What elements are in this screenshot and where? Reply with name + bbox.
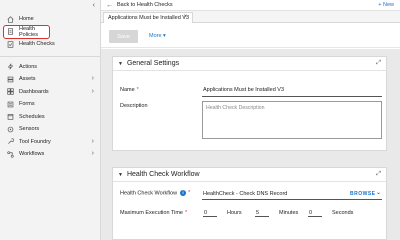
description-label: Description: [120, 103, 148, 109]
form-icon: [7, 101, 14, 108]
chevron-right-icon: ›: [91, 150, 94, 157]
seconds-label: Seconds: [332, 210, 354, 216]
required-marker: *: [184, 210, 188, 216]
sidebar-item-label: Actions: [19, 63, 38, 70]
sidebar-item-forms[interactable]: Forms: [0, 98, 101, 111]
chevron-right-icon: ›: [91, 75, 94, 82]
arrow-left-icon: ←: [106, 1, 113, 9]
sidebar-item-dashboards[interactable]: Dashboards ›: [0, 86, 101, 99]
bolt-icon: [7, 63, 14, 70]
chevron-left-icon[interactable]: ‹: [93, 2, 95, 9]
sidebar-item-home[interactable]: Home: [0, 13, 101, 26]
required-marker: *: [188, 190, 191, 197]
seconds-input[interactable]: 0: [308, 210, 322, 217]
save-button[interactable]: Save: [109, 30, 138, 43]
new-button[interactable]: + New: [378, 2, 394, 8]
sidebar-item-label: Forms: [19, 101, 35, 108]
workflow-underline: [202, 199, 382, 200]
sidebar-item-assets[interactable]: Assets ›: [0, 73, 101, 86]
close-icon[interactable]: ×: [183, 14, 187, 20]
back-link[interactable]: ← Back to Health Checks: [101, 2, 173, 9]
checklist-icon: [7, 41, 14, 48]
minutes-input[interactable]: 5: [255, 210, 269, 217]
hours-label: Hours: [227, 210, 242, 216]
sidebar-item-actions[interactable]: Actions: [0, 61, 101, 74]
sidebar-item-health-checks[interactable]: Health Checks: [0, 38, 101, 51]
back-label: Back to Health Checks: [117, 2, 173, 8]
description-textarea[interactable]: Health Check Description: [202, 101, 382, 139]
health-check-workflow-header[interactable]: ▼ Health Check Workflow ⤢: [113, 168, 386, 182]
section-title: Health Check Workflow: [126, 171, 200, 178]
caret-down-icon: ▼: [118, 60, 123, 67]
sidebar-item-label: Health Policies: [19, 25, 38, 38]
sidebar-item-label: Schedules: [19, 113, 45, 120]
sidebar-item-label: Home: [19, 16, 34, 23]
health-check-workflow-panel: ▼ Health Check Workflow ⤢ Health Check W…: [112, 167, 387, 240]
exec-time-label: Maximum Execution Time *: [120, 210, 188, 216]
sidebar-item-label: Dashboards: [19, 88, 49, 95]
sidebar-nav: Home Health Policies Health Checks Actio…: [0, 13, 101, 161]
chevron-down-icon[interactable]: ⌄: [376, 189, 381, 196]
calendar-icon: [7, 113, 14, 120]
sidebar-item-label: Workflows: [19, 151, 45, 158]
server-icon: [7, 76, 14, 83]
browse-button[interactable]: BROWSE: [350, 191, 376, 197]
document-icon: [7, 28, 14, 35]
general-settings-header[interactable]: ▼ General Settings ⤢: [113, 57, 386, 71]
wrench-icon: [7, 138, 14, 145]
tab-applications-must-be-installed[interactable]: Applications Must be Installed V3 ×: [103, 12, 193, 23]
name-input[interactable]: Applications Must be Installed V3: [203, 87, 284, 93]
home-icon: [7, 15, 14, 23]
sidebar-item-workflows[interactable]: Workflows ›: [0, 148, 101, 161]
sidebar: ‹ Home Health Policies Health Checks Act…: [0, 0, 101, 240]
chevron-right-icon: ›: [91, 137, 94, 145]
workflow-label: Health Check Workflow i *: [120, 190, 191, 197]
workflow-icon: [7, 151, 14, 158]
more-dropdown[interactable]: More ▾: [149, 33, 166, 39]
sidebar-item-sensors[interactable]: Sensors: [0, 123, 101, 136]
main-content: ▼ General Settings ⤢ Name * Applications …: [101, 49, 400, 240]
dashboard-icon: [7, 88, 14, 95]
minutes-label: Minutes: [279, 210, 299, 216]
sidebar-item-tool-foundry[interactable]: Tool Foundry ›: [0, 136, 101, 149]
general-settings-panel: ▼ General Settings ⤢ Name * Applications …: [112, 56, 387, 151]
name-input-underline: [202, 96, 382, 97]
sidebar-divider: [0, 55, 101, 57]
expand-icon[interactable]: ⤢: [376, 60, 381, 67]
top-bar: ← Back to Health Checks + New: [101, 0, 400, 11]
name-label: Name *: [120, 87, 139, 93]
sidebar-item-schedules[interactable]: Schedules: [0, 111, 101, 124]
sidebar-item-label: Assets: [19, 76, 36, 83]
section-title: General Settings: [126, 60, 180, 67]
sidebar-item-health-policies[interactable]: Health Policies: [3, 24, 50, 39]
workflow-select[interactable]: HealthCheck - Check DNS Record: [203, 191, 287, 197]
hours-input[interactable]: 0: [203, 210, 217, 217]
caret-down-icon: ▼: [118, 171, 123, 178]
tab-bar: Applications Must be Installed V3 ×: [101, 11, 400, 23]
sidebar-item-label: Health Checks: [19, 41, 55, 48]
required-marker: *: [136, 87, 139, 93]
sidebar-item-label: Sensors: [19, 126, 40, 133]
sensor-icon: [7, 126, 14, 133]
chevron-right-icon: ›: [91, 87, 94, 95]
info-icon[interactable]: i: [180, 190, 187, 196]
sidebar-item-label: Tool Foundry: [19, 138, 51, 145]
tab-label: Applications Must be Installed V3: [108, 15, 190, 21]
expand-icon[interactable]: ⤢: [376, 171, 381, 178]
action-bar: Save More ▾: [101, 24, 400, 48]
